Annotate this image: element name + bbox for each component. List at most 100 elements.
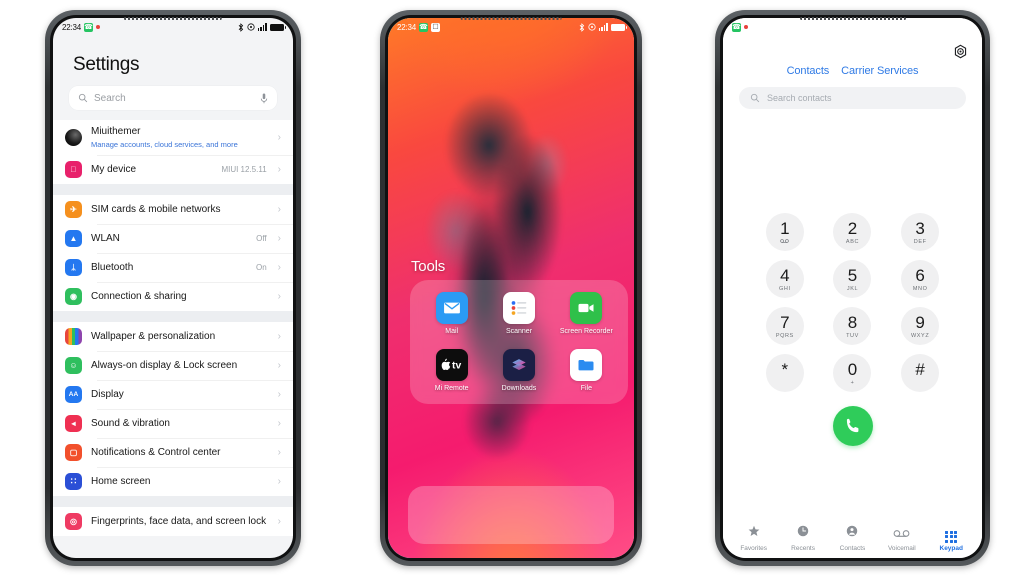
chevron-right-icon: › bbox=[277, 330, 281, 342]
row-title: Always-on display & Lock screen bbox=[91, 359, 238, 371]
row-title: Notifications & Control center bbox=[91, 446, 221, 458]
chevron-right-icon: › bbox=[277, 203, 281, 215]
earpiece-speaker bbox=[123, 17, 223, 20]
row-title: My device bbox=[91, 163, 137, 175]
app-scanner[interactable]: Scanner bbox=[485, 292, 552, 337]
settings-row-home-screen[interactable]: ∷ Home screen › bbox=[53, 467, 293, 496]
search-container: Search contacts bbox=[723, 87, 982, 109]
settings-row-my-device[interactable]:  My device MIUI 12.5.11 › bbox=[53, 155, 293, 184]
settings-row-sound-vibration[interactable]: ◂ Sound & vibration › bbox=[53, 409, 293, 438]
settings-group: ✈ SIM cards & mobile networks › ▲ WLAN Off › ᛦ B… bbox=[53, 195, 293, 312]
app-screen-recorder[interactable]: Screen Recorder bbox=[553, 292, 620, 337]
row-texts: WLAN bbox=[91, 233, 247, 246]
key-number: 2 bbox=[847, 218, 858, 238]
row-title: WLAN bbox=[91, 232, 120, 244]
key-number: * bbox=[781, 359, 789, 379]
settings-row-miuithemer[interactable]: Miuithemer Manage accounts, cloud service… bbox=[53, 120, 293, 155]
key-letters: PQRS bbox=[775, 332, 794, 339]
key-1[interactable]: 1 bbox=[765, 213, 804, 251]
app-mi-remote[interactable]: tv Mi Remote bbox=[418, 348, 485, 394]
group-separator bbox=[53, 496, 293, 508]
key-7[interactable]: 7 PQRS bbox=[765, 307, 804, 345]
row-value: Off bbox=[256, 234, 267, 244]
battery-icon bbox=[270, 23, 286, 31]
earpiece-speaker bbox=[460, 17, 562, 20]
tab-label: Favorites bbox=[740, 545, 768, 552]
keypad: 1 2 ABC 3 DEF 4 GHI 5 JKL 6 MNO 7 PQRS 8 TUV 9 WXYZ * 0 + # bbox=[723, 213, 982, 392]
settings-group: Wallpaper & personalization › ☺ Always-on d… bbox=[53, 322, 293, 497]
phone-green-icon: ☎ bbox=[84, 22, 94, 32]
call-button[interactable] bbox=[832, 406, 873, 446]
key-3[interactable]: 3 DEF bbox=[901, 213, 940, 251]
key-4[interactable]: 4 GHI bbox=[765, 260, 804, 298]
key-number: 4 bbox=[780, 265, 790, 285]
settings-row-connection-sharing[interactable]: ◉ Connection & sharing › bbox=[53, 282, 293, 311]
settings-row bbox=[723, 36, 982, 59]
phone-bezel: 22:34 ☎ ☐ Tools Mail Scanner Screen Reco… bbox=[385, 15, 637, 561]
alarm-icon bbox=[588, 23, 596, 31]
tab-voicemail[interactable]: Voicemail bbox=[879, 525, 925, 552]
settings-row-wlan[interactable]: ▲ WLAN Off › bbox=[53, 224, 293, 253]
person-icon bbox=[845, 524, 859, 543]
row-title: Wallpaper & personalization bbox=[91, 330, 216, 342]
bluetooth-icon bbox=[579, 22, 584, 32]
microphone-icon[interactable] bbox=[260, 93, 268, 104]
search-icon bbox=[750, 93, 760, 103]
settings-row-wallpaper-personalization[interactable]: Wallpaper & personalization › bbox=[53, 322, 293, 351]
chevron-right-icon: › bbox=[277, 261, 281, 273]
status-time: 22:34 bbox=[62, 22, 82, 32]
dialer-tab-contacts[interactable]: Contacts bbox=[787, 65, 830, 77]
settings-row-fingerprints-face-data-and-screen-lock[interactable]: ◎ Fingerprints, face data, and screen loc… bbox=[53, 507, 293, 536]
key-number: 8 bbox=[847, 312, 858, 332]
app-label: Downloads bbox=[501, 384, 537, 392]
settings-row-sim-cards-mobile-networks[interactable]: ✈ SIM cards & mobile networks › bbox=[53, 195, 293, 224]
chevron-right-icon: › bbox=[277, 446, 281, 458]
row-title: Connection & sharing bbox=[91, 290, 187, 302]
settings-row-always-on-display-lock-screen[interactable]: ☺ Always-on display & Lock screen › bbox=[53, 351, 293, 380]
key-0[interactable]: 0 + bbox=[833, 354, 872, 392]
key-9[interactable]: 9 WXYZ bbox=[901, 307, 940, 345]
settings-row-notifications-control-center[interactable]: ▢ Notifications & Control center › bbox=[53, 438, 293, 467]
settings-row-display[interactable]: AA Display › bbox=[53, 380, 293, 409]
screen-recorder-icon bbox=[570, 292, 603, 324]
key-6[interactable]: 6 MNO bbox=[901, 260, 940, 298]
tab-label: Contacts bbox=[839, 545, 866, 552]
key-hash[interactable]: # bbox=[901, 354, 940, 392]
battery-icon bbox=[611, 23, 627, 31]
chevron-right-icon: › bbox=[277, 290, 281, 302]
key-2[interactable]: 2 ABC bbox=[833, 213, 872, 251]
red-dot-icon bbox=[744, 25, 748, 29]
key-star[interactable]: * bbox=[765, 354, 804, 392]
chevron-right-icon: › bbox=[277, 515, 281, 527]
key-8[interactable]: 8 TUV bbox=[833, 307, 872, 345]
wifi-icon: ▲ bbox=[65, 230, 82, 248]
phone-green-icon: ☎ bbox=[419, 22, 429, 32]
app-mail[interactable]: Mail bbox=[418, 292, 485, 337]
key-number: 1 bbox=[780, 218, 790, 238]
app-downloads[interactable]: Downloads bbox=[485, 348, 552, 394]
app-file[interactable]: File bbox=[553, 348, 620, 394]
search-input[interactable]: Search bbox=[69, 86, 277, 110]
dialer-tab-carrier-services[interactable]: Carrier Services bbox=[841, 65, 918, 77]
key-letters: MNO bbox=[912, 285, 928, 292]
row-title: Fingerprints, face data, and screen lock bbox=[91, 515, 267, 527]
search-contacts-input[interactable]: Search contacts bbox=[739, 87, 966, 109]
key-number: 9 bbox=[915, 312, 925, 332]
keypad-icon bbox=[945, 530, 958, 543]
gear-icon[interactable] bbox=[953, 44, 968, 59]
tab-recents[interactable]: Recents bbox=[780, 524, 826, 552]
tab-keypad[interactable]: Keypad bbox=[928, 530, 974, 552]
app-label: Mail bbox=[445, 328, 459, 335]
row-title: Home screen bbox=[91, 475, 151, 487]
svg-text:tv: tv bbox=[452, 361, 461, 372]
key-5[interactable]: 5 JKL bbox=[833, 260, 872, 298]
star-icon bbox=[747, 524, 761, 543]
key-letters bbox=[780, 238, 790, 245]
settings-row-bluetooth[interactable]: ᛦ Bluetooth On › bbox=[53, 253, 293, 282]
tab-favorites[interactable]: Favorites bbox=[731, 524, 777, 552]
key-letters: GHI bbox=[779, 285, 791, 292]
app-label: File bbox=[580, 384, 592, 392]
earpiece-speaker bbox=[799, 17, 906, 20]
tab-contacts[interactable]: Contacts bbox=[829, 524, 875, 552]
key-number: 0 bbox=[847, 359, 858, 379]
